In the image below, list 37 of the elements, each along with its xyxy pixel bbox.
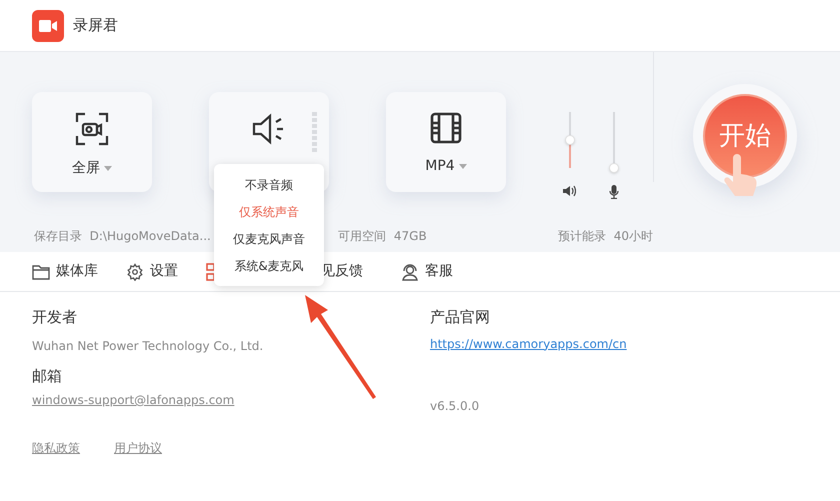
headset-icon	[401, 262, 419, 280]
nav-item[interactable]: 媒体库	[56, 261, 98, 282]
policy-link[interactable]: 隐私政策	[32, 439, 80, 457]
app-title: 录屏君	[73, 15, 118, 36]
nav-item[interactable]: 客服	[425, 261, 453, 282]
grid-icon[interactable]	[206, 262, 216, 280]
info-text: 预计能录 40小时	[558, 229, 653, 243]
website-link[interactable]: https://www.camoryapps.com/cn	[430, 334, 840, 352]
version-text: v6.5.0.0	[430, 398, 480, 414]
section-heading: 邮箱	[32, 366, 63, 386]
microphone-icon	[609, 185, 619, 199]
level-meter-icon	[312, 112, 317, 152]
info-text: 可用空间 47GB	[338, 229, 427, 243]
dropdown-caret-icon	[104, 166, 112, 171]
mode-label: 全屏	[72, 159, 100, 178]
folder-icon	[32, 264, 50, 280]
nav-item[interactable]: 见反馈	[321, 261, 363, 282]
settings-icon	[126, 262, 144, 280]
nav-item[interactable]: 设置	[150, 261, 178, 282]
policy-link[interactable]: 用户协议	[114, 439, 162, 457]
mode-label: MP4	[425, 157, 455, 176]
developer-name: Wuhan Net Power Technology Co., Ltd.	[32, 338, 264, 354]
menu-item[interactable]: 不录音频	[245, 176, 293, 194]
menu-item[interactable]: 仅系统声音	[239, 202, 299, 220]
section-heading: 产品官网	[430, 307, 491, 328]
section-heading: 开发者	[32, 307, 78, 328]
app-logo	[32, 10, 64, 42]
film-icon	[430, 112, 462, 144]
camera-frame-icon	[75, 112, 109, 146]
dropdown-caret-icon	[458, 164, 467, 169]
menu-item[interactable]: 系统&麦克风	[234, 256, 304, 274]
mode-card[interactable]: MP4	[386, 92, 506, 192]
menu-item[interactable]: 仅麦克风声音	[233, 230, 305, 248]
mode-card[interactable]: 全屏	[32, 92, 152, 192]
info-text: 保存目录 D:\HugoMoveData...	[34, 229, 211, 243]
email-link[interactable]: windows-support@lafonapps.com	[32, 391, 430, 409]
speaker-icon	[563, 185, 576, 197]
